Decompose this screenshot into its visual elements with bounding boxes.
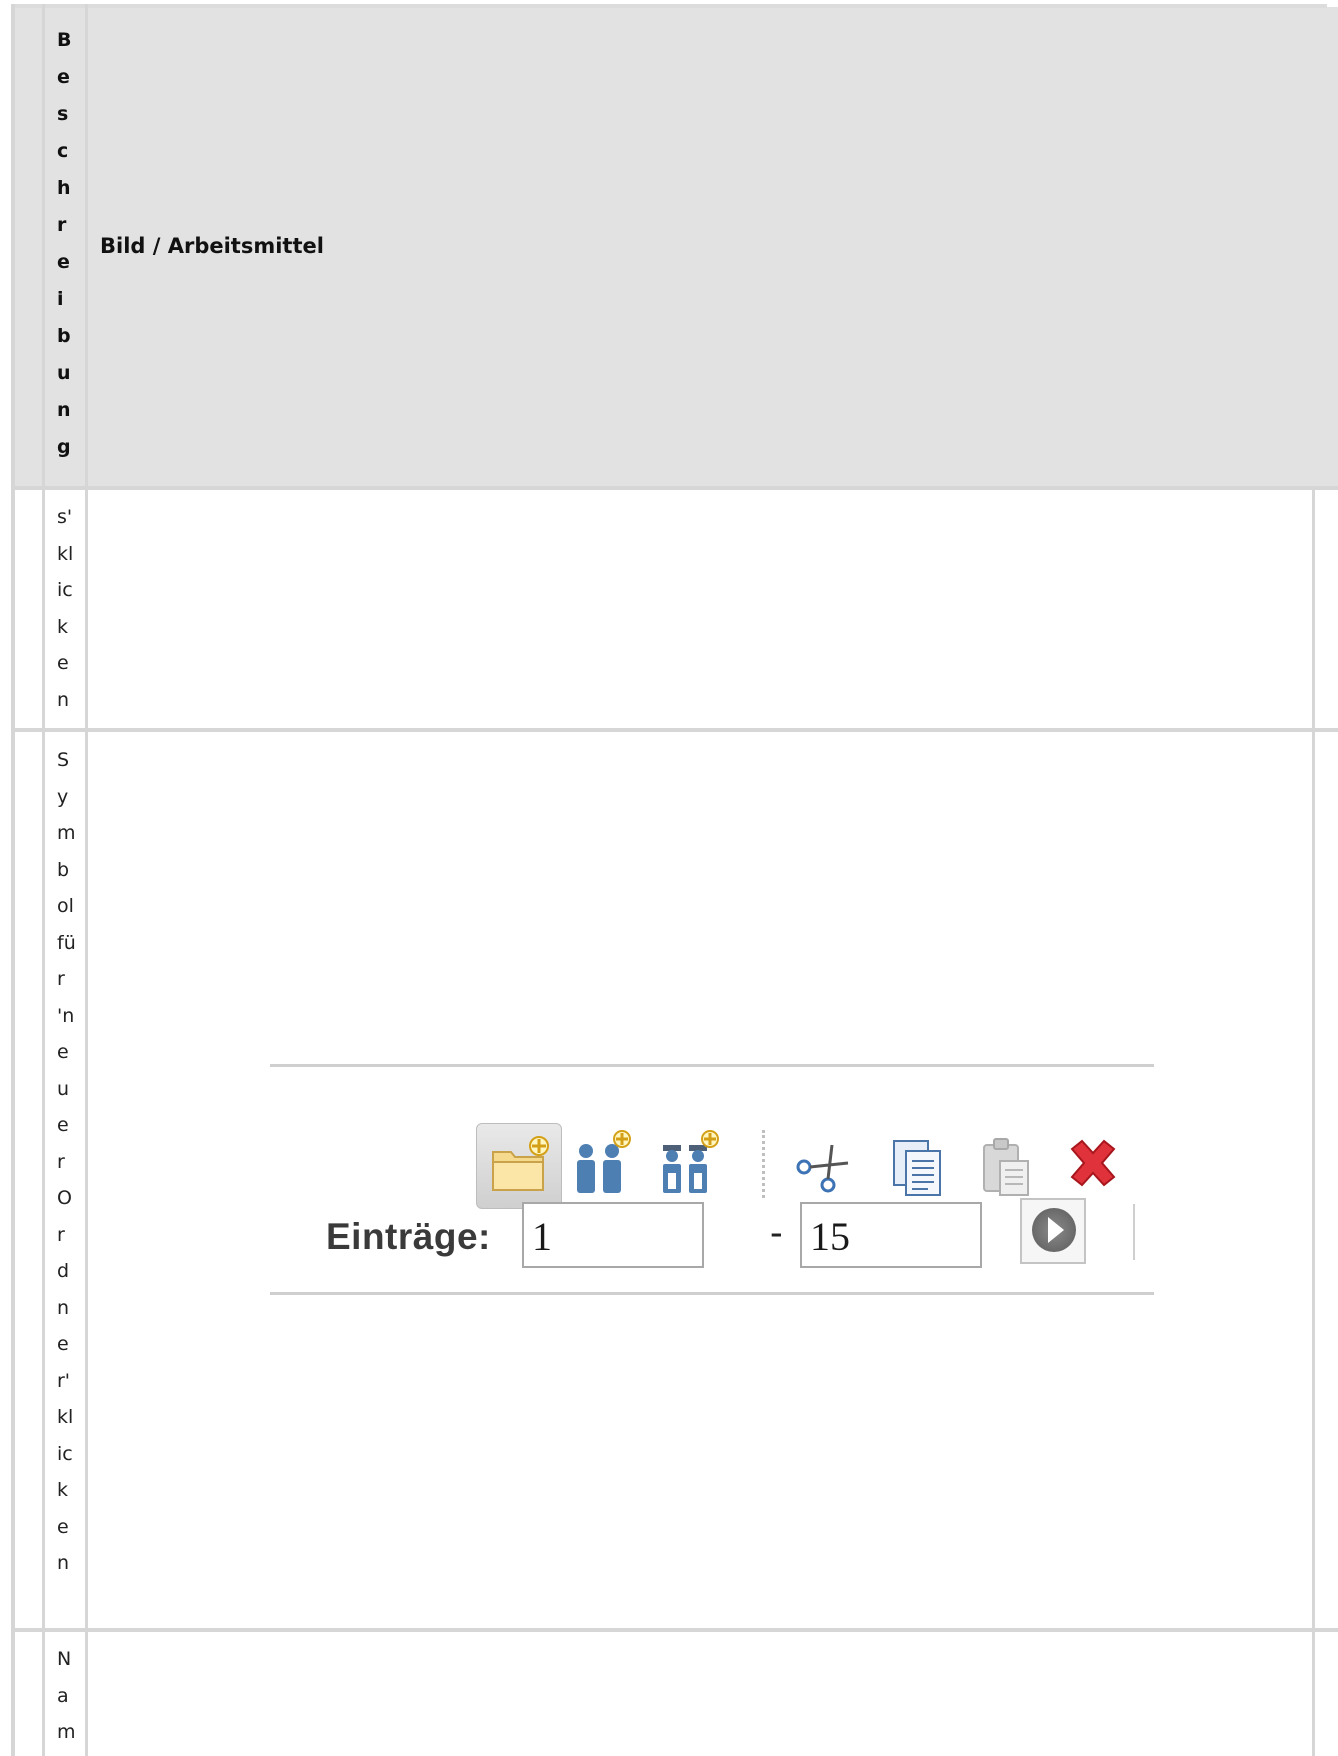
row-2-description: S y m b ol fü r 'n e u e r O r d n e r' …: [57, 749, 76, 1574]
row-1-description: s' kl ic k e n: [57, 506, 74, 711]
arrow-right-circle-icon: [1032, 1208, 1076, 1252]
paste-icon: [983, 1138, 1029, 1196]
range-from-input[interactable]: 1: [522, 1202, 704, 1268]
header-beschreibung: B e s c h r e i b u n g: [57, 29, 72, 458]
toolbar-separator: [762, 1130, 765, 1198]
toolbar-end-separator: [1133, 1204, 1135, 1260]
row-divider-2: [11, 1628, 1338, 1632]
cut-icon: [796, 1144, 849, 1193]
go-button[interactable]: [1020, 1198, 1086, 1264]
new-folder-icon: [492, 1136, 549, 1191]
entries-label: Einträge:: [326, 1216, 491, 1257]
column-divider-1: [42, 4, 45, 1756]
toolbar-screenshot: Einträge: 1 - 15: [270, 1064, 1154, 1297]
new-user-icon: [577, 1130, 631, 1193]
toolbar-top-border: [270, 1064, 1154, 1067]
row-divider-1: [11, 728, 1338, 732]
row-3-description: N a m: [57, 1648, 76, 1743]
new-folder-button[interactable]: [476, 1123, 562, 1209]
paste-button[interactable]: [972, 1123, 1046, 1207]
table-top-border: [11, 4, 1327, 8]
new-group-icon: [663, 1130, 719, 1193]
delete-icon: [1070, 1139, 1116, 1187]
cut-button[interactable]: [788, 1123, 862, 1207]
delete-button[interactable]: [1056, 1123, 1130, 1207]
table-left-border: [11, 4, 15, 1756]
range-to-input[interactable]: 15: [800, 1202, 982, 1268]
row-divider-header: [11, 486, 1338, 490]
new-user-button[interactable]: [568, 1123, 642, 1207]
header-bild-arbeitsmittel: Bild / Arbeitsmittel: [100, 234, 324, 258]
toolbar-bottom-border: [270, 1292, 1154, 1295]
copy-icon: [893, 1140, 941, 1196]
copy-button[interactable]: [882, 1123, 956, 1207]
new-group-button[interactable]: [654, 1123, 728, 1207]
range-separator: -: [770, 1212, 783, 1254]
table-right-border: [1312, 488, 1315, 1756]
